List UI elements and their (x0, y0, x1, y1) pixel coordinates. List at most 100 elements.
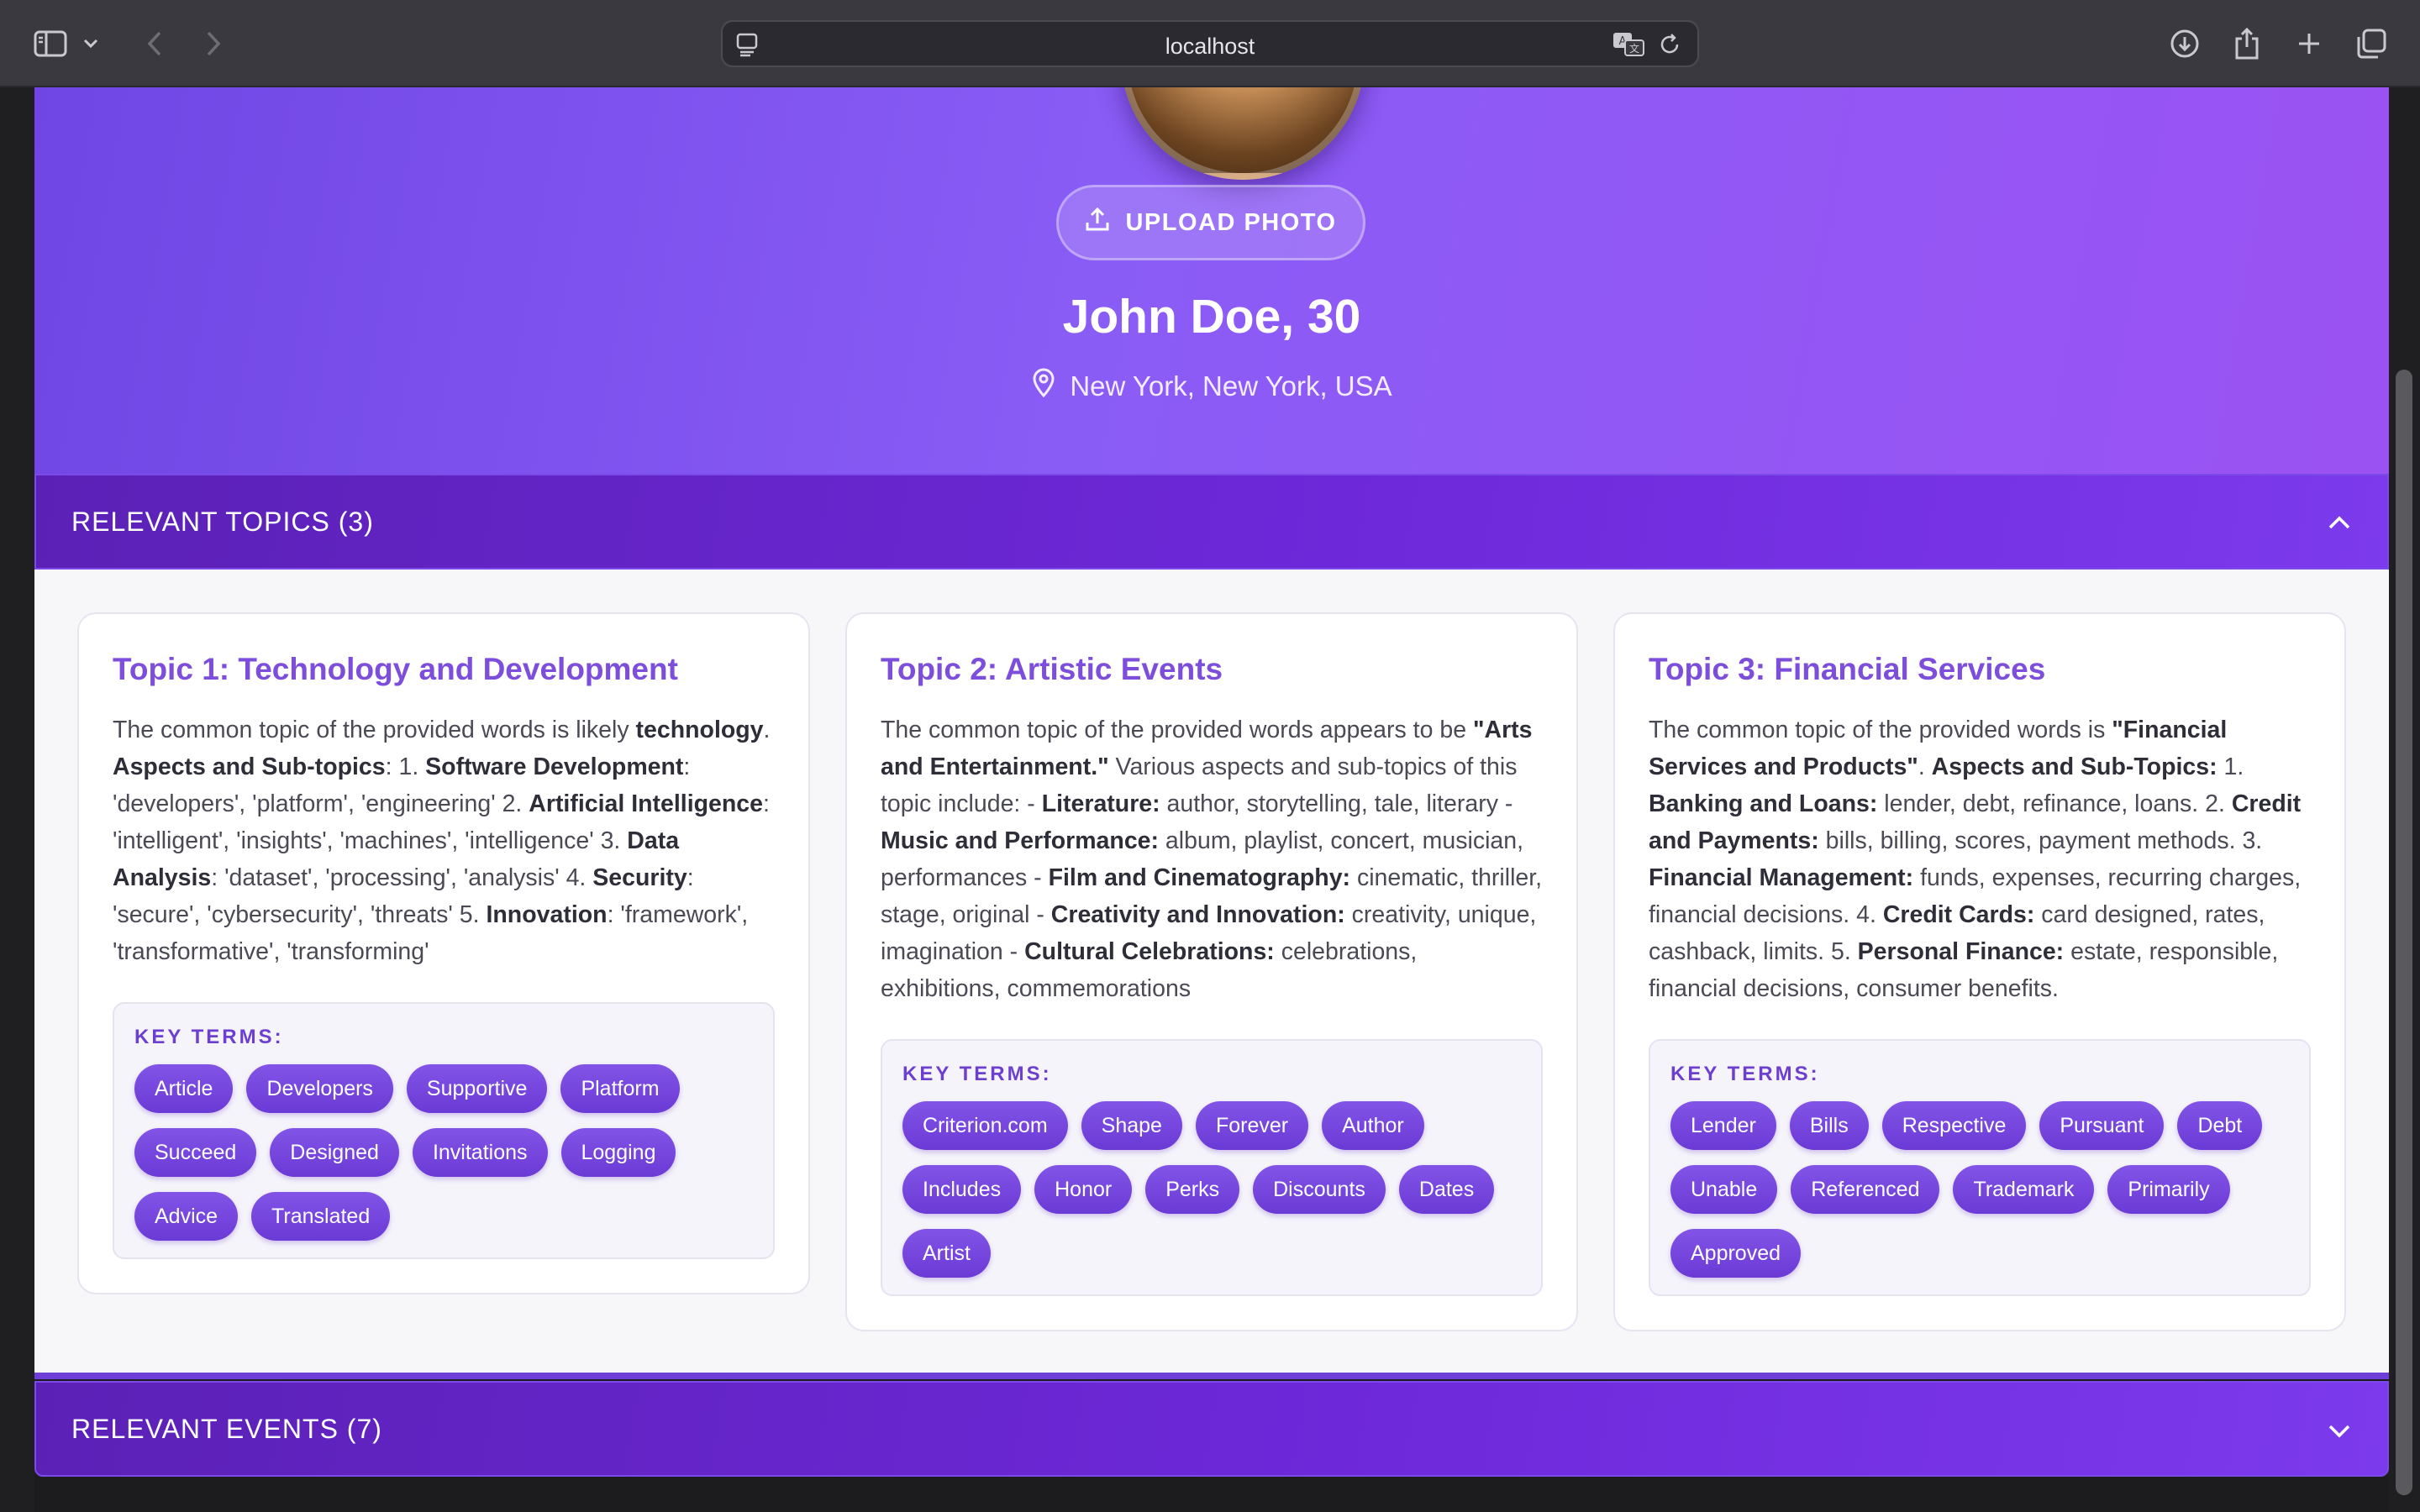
key-term-chip[interactable]: Platform (560, 1064, 680, 1113)
description-text: : 'dataset', 'processing', 'analysis' 4. (211, 864, 593, 891)
description-emphasis: Aspects and Sub-topics (113, 753, 386, 780)
description-text: . (1918, 753, 1932, 780)
description-emphasis: Software Development (425, 753, 684, 780)
description-emphasis: Financial Management: (1649, 864, 1914, 891)
chevron-right-icon[interactable] (195, 25, 232, 62)
sidebar-icon[interactable] (32, 25, 69, 62)
key-term-chip[interactable]: Translated (251, 1192, 391, 1241)
key-term-chip[interactable]: Article (134, 1064, 234, 1113)
description-emphasis: technology (635, 717, 764, 743)
key-term-chip[interactable]: Shape (1081, 1101, 1182, 1150)
chevron-down-icon[interactable] (79, 25, 103, 62)
topic-title: Topic 1: Technology and Development (113, 652, 678, 686)
key-terms-box: KEY TERMS: Criterion.com Shape Forever Auth… (881, 1039, 1543, 1296)
events-section-header[interactable]: RELEVANT EVENTS (7) (34, 1381, 2389, 1477)
description-emphasis: Artificial Intelligence (529, 790, 764, 817)
key-term-chip[interactable]: Advice (134, 1192, 239, 1241)
profile-location: New York, New York, USA (34, 368, 2389, 405)
key-term-chip[interactable]: Trademark (1953, 1165, 2095, 1214)
key-term-chip[interactable]: Lender (1670, 1101, 1776, 1150)
description-emphasis: Film and Cinematography: (1048, 864, 1351, 891)
upload-photo-button[interactable]: UPLOAD PHOTO (1056, 185, 1365, 260)
key-term-chip[interactable]: Includes (902, 1165, 1022, 1214)
plus-icon[interactable] (2291, 25, 2328, 62)
description-emphasis: Security (592, 864, 687, 891)
key-term-chip[interactable]: Honor (1034, 1165, 1133, 1214)
scrollbar-thumb[interactable] (2396, 370, 2412, 1495)
upload-photo-label: UPLOAD PHOTO (1125, 208, 1337, 236)
key-term-chip[interactable]: Supportive (406, 1064, 548, 1113)
key-terms-box: KEY TERMS: Lender Bills Respective Pursuant… (1649, 1039, 2311, 1296)
key-term-chip[interactable]: Invitations (412, 1128, 548, 1177)
address-bar[interactable]: localhost A文 (721, 20, 1699, 67)
description-emphasis: Literature: (1041, 790, 1160, 817)
key-term-chip[interactable]: Perks (1145, 1165, 1240, 1214)
profile-hero: UPLOAD PHOTO John Doe, 30 New York, New … (34, 87, 2389, 474)
description-text: author, storytelling, tale, literary - (1160, 790, 1513, 817)
description-emphasis: Creativity and Innovation: (1050, 901, 1345, 928)
key-term-chip[interactable]: Forever (1195, 1101, 1309, 1150)
description-text: lender, debt, refinance, loans. 2. (1877, 790, 2232, 817)
topic-card: Topic 1: Technology and Development The … (77, 612, 810, 1294)
key-term-chip[interactable]: Respective (1881, 1101, 2027, 1150)
description-emphasis: Aspects and Sub-Topics: (1931, 753, 2217, 780)
chevron-up-icon[interactable] (2325, 509, 2354, 538)
key-terms-label: KEY TERMS: (902, 1063, 1052, 1085)
description-emphasis: Credit Cards: (1882, 901, 2035, 928)
events-section-title: RELEVANT EVENTS (7) (71, 1413, 382, 1444)
map-pin-icon (1031, 368, 1056, 405)
topic-description: The common topic of the provided words i… (1649, 711, 2311, 1007)
topic-title: Topic 3: Financial Services (1649, 652, 2046, 686)
key-term-chip[interactable]: Approved (1670, 1229, 1802, 1278)
profile-name: John Doe, 30 (1062, 290, 1361, 344)
key-term-chip[interactable]: Succeed (134, 1128, 257, 1177)
description-text: The common topic of the provided words a… (881, 717, 1473, 743)
key-term-chip[interactable]: Logging (560, 1128, 676, 1177)
key-term-chip[interactable]: Unable (1670, 1165, 1778, 1214)
translate-icon[interactable]: A文 (1612, 30, 1645, 63)
address-text: localhost (1165, 34, 1255, 59)
topics-section-header[interactable]: RELEVANT TOPICS (3) (34, 474, 2389, 570)
key-term-chip[interactable]: Pursuant (2039, 1101, 2165, 1150)
tab-overview-icon[interactable] (2353, 25, 2390, 62)
description-text: 1. (2217, 753, 2244, 780)
description-emphasis: Banking and Loans: (1649, 790, 1878, 817)
key-term-chip[interactable]: Discounts (1253, 1165, 1386, 1214)
key-term-chip[interactable]: Artist (902, 1229, 991, 1278)
topics-section-title: RELEVANT TOPICS (3) (71, 506, 374, 537)
key-terms-list: Criterion.com Shape Forever Author Includes H… (902, 1101, 1521, 1278)
chevron-left-icon[interactable] (136, 25, 173, 62)
key-terms-label: KEY TERMS: (134, 1026, 284, 1048)
key-term-chip[interactable]: Criterion.com (902, 1101, 1068, 1150)
key-term-chip[interactable]: Designed (270, 1128, 399, 1177)
description-emphasis: Music and Performance: (881, 827, 1160, 854)
reload-icon[interactable] (1657, 32, 1682, 61)
key-term-chip[interactable]: Referenced (1791, 1165, 1940, 1214)
description-emphasis: Cultural Celebrations: (1024, 938, 1275, 965)
page-margin-left (0, 87, 34, 1512)
topic-card: Topic 3: Financial Services The common t… (1613, 612, 2346, 1331)
chevron-down-icon[interactable] (2325, 1416, 2354, 1445)
avatar (1121, 87, 1365, 180)
key-terms-box: KEY TERMS: Article Developers Supportive Pl… (113, 1002, 775, 1259)
topic-title: Topic 2: Artistic Events (881, 652, 1223, 686)
upload-icon (1085, 207, 1110, 239)
description-emphasis: Personal Finance: (1857, 938, 2065, 965)
key-terms-label: KEY TERMS: (1670, 1063, 1820, 1085)
share-icon[interactable] (2228, 25, 2265, 62)
topic-description: The common topic of the provided words a… (881, 711, 1543, 1007)
location-text: New York, New York, USA (1070, 370, 1392, 402)
browser-toolbar: localhost A文 (0, 0, 2420, 87)
key-terms-list: Lender Bills Respective Pursuant Debt Unable R… (1670, 1101, 2289, 1278)
description-emphasis: Innovation (486, 901, 608, 928)
key-term-chip[interactable]: Author (1322, 1101, 1424, 1150)
key-terms-list: Article Developers Supportive Platform Succe… (134, 1064, 753, 1241)
topic-card: Topic 2: Artistic Events The common topi… (845, 612, 1578, 1331)
topics-section-body: Topic 1: Technology and Development The … (34, 570, 2389, 1373)
key-term-chip[interactable]: Primarily (2107, 1165, 2230, 1214)
download-icon[interactable] (2166, 25, 2203, 62)
key-term-chip[interactable]: Developers (246, 1064, 393, 1113)
key-term-chip[interactable]: Debt (2177, 1101, 2263, 1150)
key-term-chip[interactable]: Dates (1398, 1165, 1495, 1214)
key-term-chip[interactable]: Bills (1789, 1101, 1869, 1150)
